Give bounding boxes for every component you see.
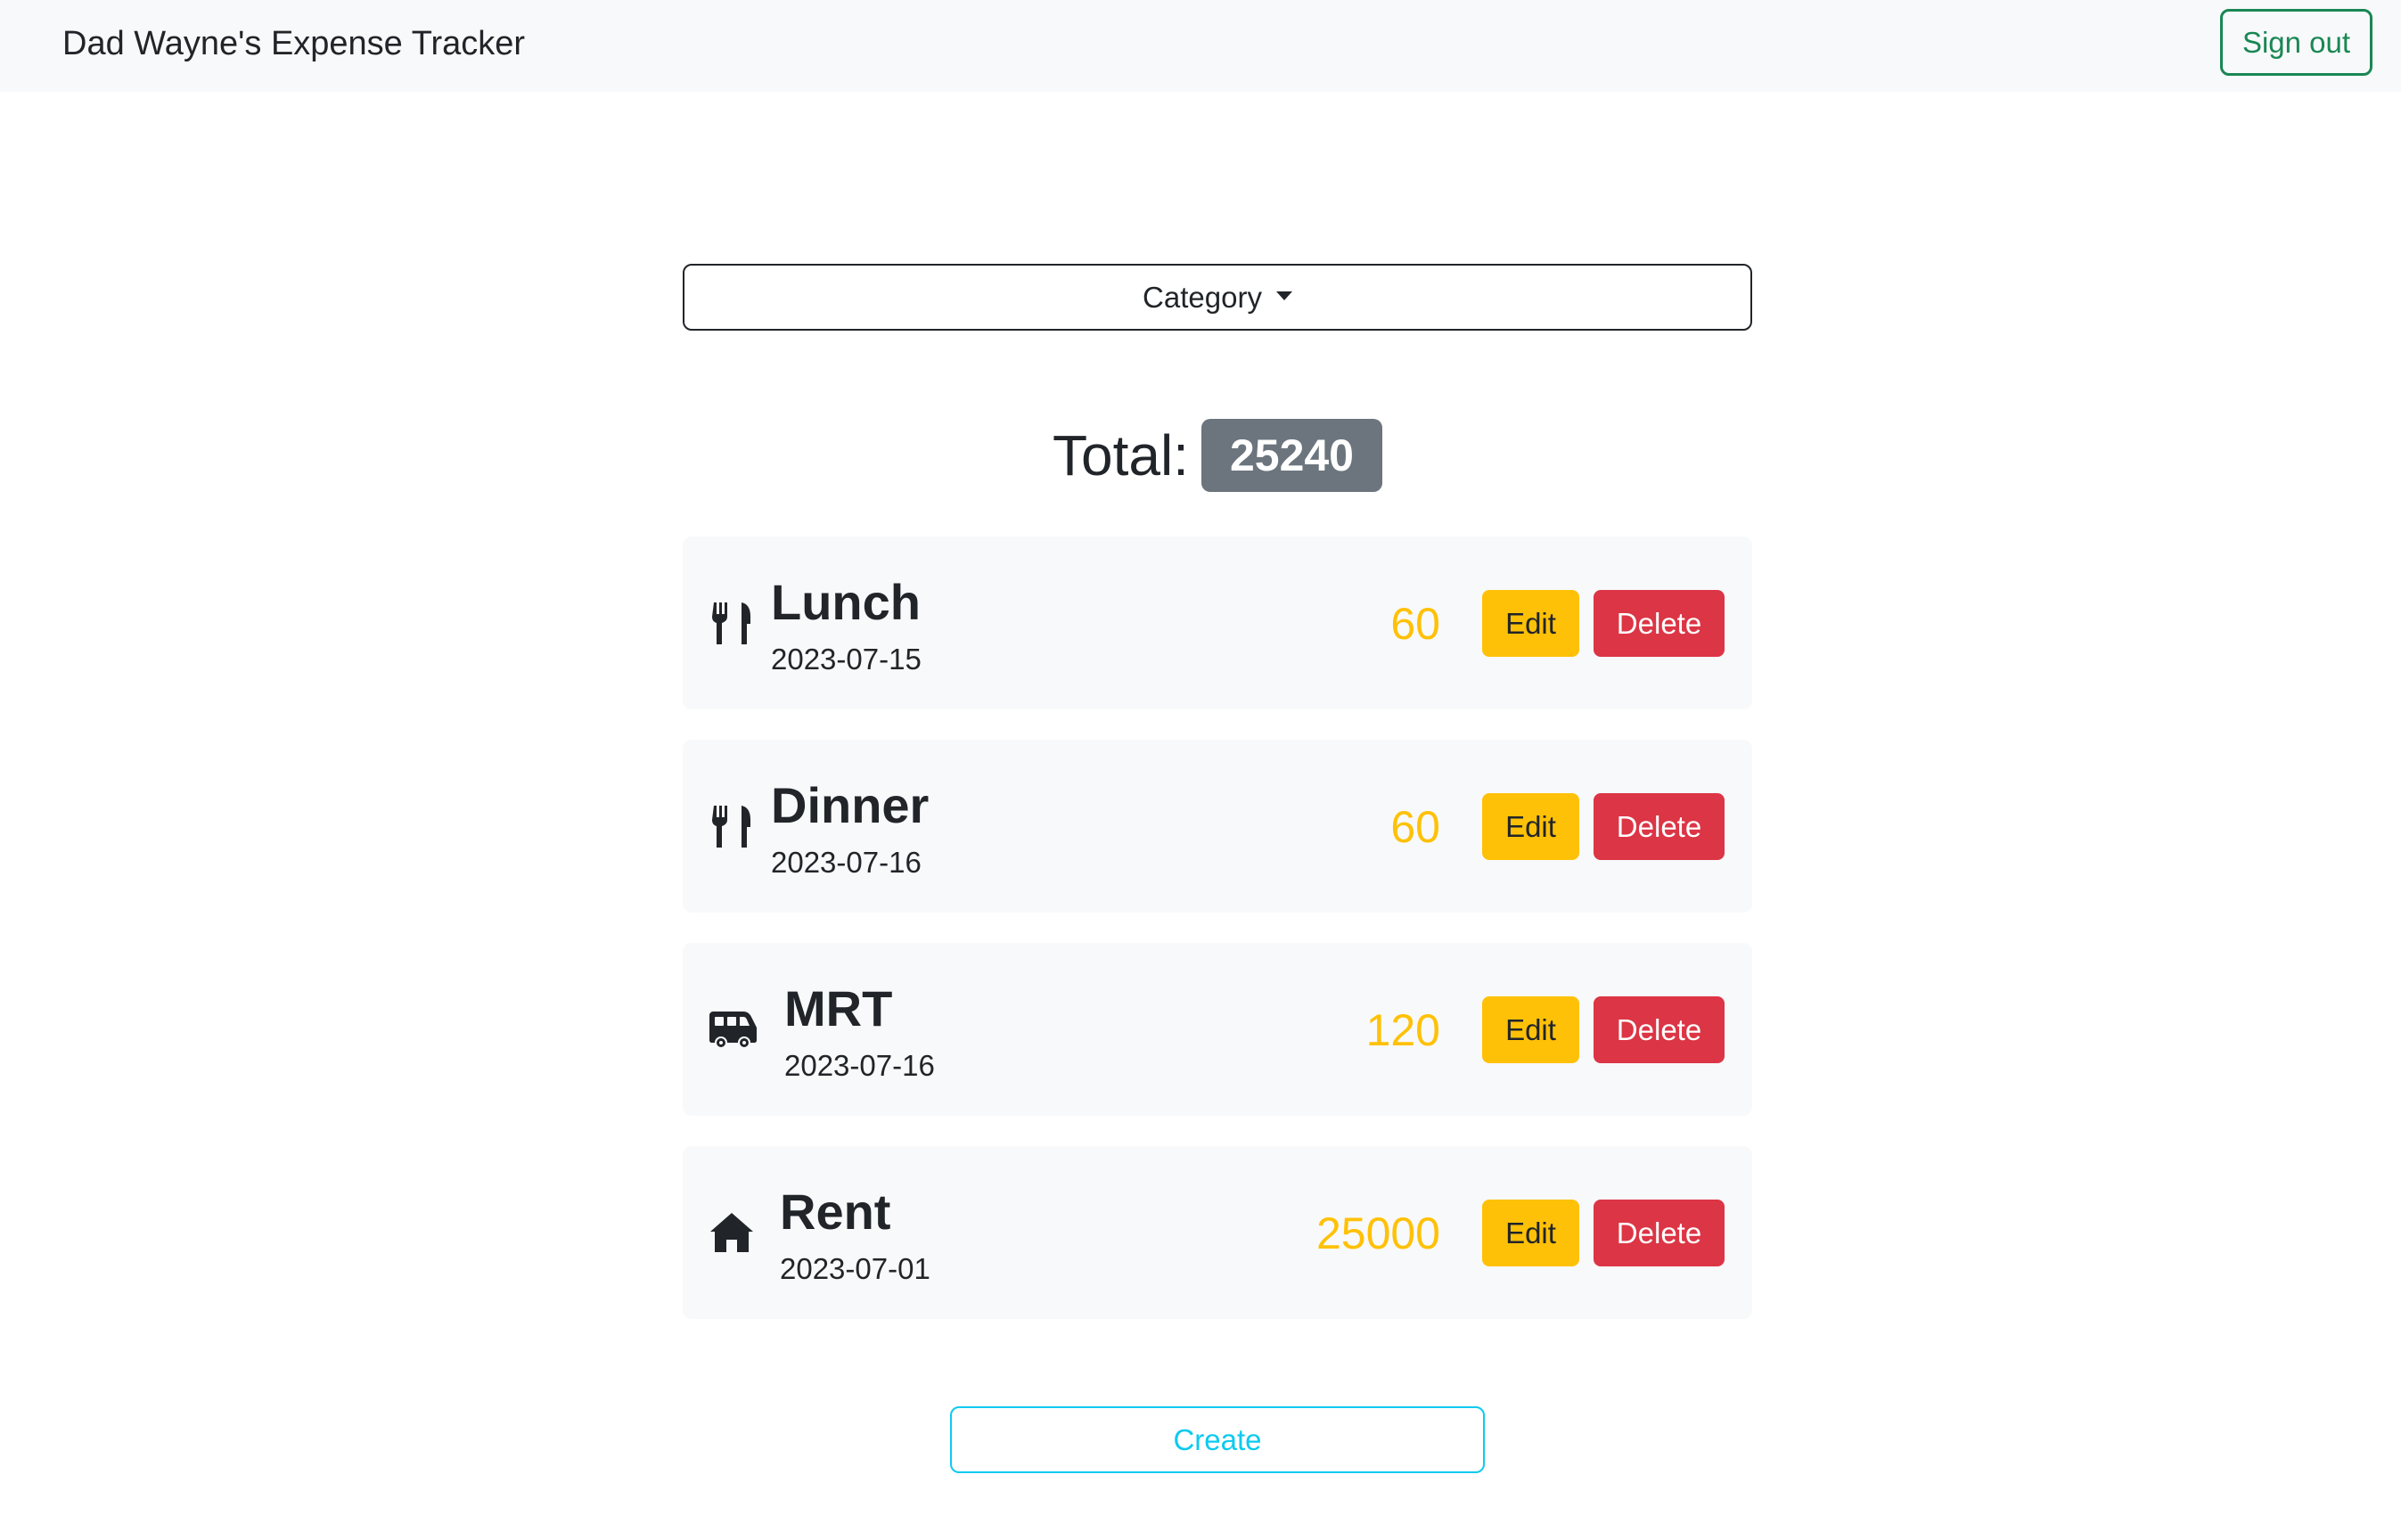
expense-item: Dinner 2023-07-16 60 Edit Delete — [683, 740, 1752, 913]
expense-amount: 60 — [1390, 802, 1440, 852]
delete-button[interactable]: Delete — [1594, 1200, 1725, 1266]
edit-button[interactable]: Edit — [1482, 590, 1579, 657]
expense-item: Rent 2023-07-01 25000 Edit Delete — [683, 1146, 1752, 1319]
utensils-icon — [709, 803, 756, 849]
expense-date: 2023-07-16 — [784, 1049, 935, 1082]
house-icon — [709, 1212, 754, 1253]
edit-button[interactable]: Edit — [1482, 996, 1579, 1063]
van-icon — [709, 1010, 758, 1049]
category-dropdown-label: Category — [1143, 280, 1262, 314]
expense-amount: 60 — [1390, 599, 1440, 649]
top-navbar: Dad Wayne's Expense Tracker Sign out — [0, 0, 2401, 92]
sign-out-button[interactable]: Sign out — [2220, 9, 2372, 76]
expense-item: MRT 2023-07-16 120 Edit Delete — [683, 943, 1752, 1116]
total-badge: 25240 — [1200, 419, 1382, 492]
expense-title: Rent — [780, 1184, 891, 1240]
expense-title: Lunch — [771, 574, 921, 630]
create-button[interactable]: Create — [950, 1406, 1485, 1473]
expense-date: 2023-07-15 — [771, 643, 922, 676]
expense-date: 2023-07-16 — [771, 846, 922, 879]
total-label: Total: — [1052, 423, 1189, 487]
delete-button[interactable]: Delete — [1594, 590, 1725, 657]
expense-title: Dinner — [771, 777, 930, 833]
app-brand[interactable]: Dad Wayne's Expense Tracker — [62, 22, 525, 65]
utensils-icon — [709, 600, 756, 646]
delete-button[interactable]: Delete — [1594, 793, 1725, 860]
delete-button[interactable]: Delete — [1594, 996, 1725, 1063]
expense-amount: 25000 — [1315, 1208, 1440, 1258]
edit-button[interactable]: Edit — [1482, 793, 1579, 860]
total-summary: Total: 25240 — [683, 415, 1752, 496]
expense-title: MRT — [784, 980, 893, 1036]
expense-amount: 120 — [1365, 1005, 1440, 1055]
caret-down-icon — [1275, 291, 1292, 300]
expense-item: Lunch 2023-07-15 60 Edit Delete — [683, 537, 1752, 709]
expense-date: 2023-07-01 — [780, 1252, 930, 1285]
category-dropdown[interactable]: Category — [683, 264, 1752, 331]
edit-button[interactable]: Edit — [1482, 1200, 1579, 1266]
